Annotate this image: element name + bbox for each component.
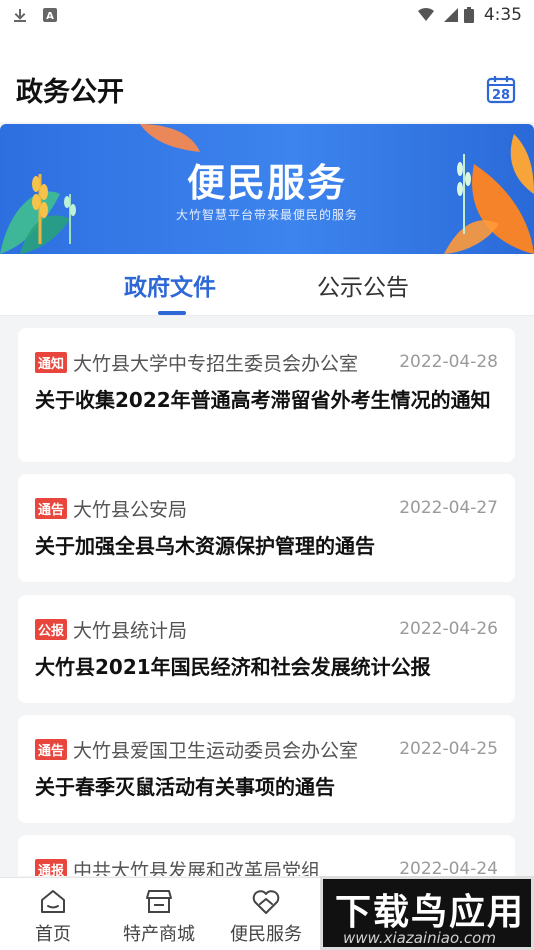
app-header: 政务公开 28	[0, 30, 534, 122]
nav-home-label: 首页	[35, 924, 71, 945]
service-banner[interactable]: 便民服务 大竹智慧平台带来最便民的服务	[0, 124, 534, 254]
article-meta: 公报 大竹县统计局 2022-04-26	[35, 616, 498, 642]
font-a-icon: A	[43, 8, 57, 22]
article-source: 中共大竹县发展和改革局党组	[73, 859, 321, 877]
nav-shop-label: 特产商城	[123, 924, 195, 945]
page-title: 政务公开	[16, 77, 124, 108]
clock: 4:35	[483, 5, 522, 25]
tab-government-files[interactable]: 政府文件	[124, 268, 216, 302]
list-item[interactable]: 通告 大竹县爱国卫生运动委员会办公室 2022-04-25 关于春季灭鼠活动有关…	[18, 715, 515, 823]
download-icon	[14, 9, 26, 22]
status-bar: A 4:35	[0, 0, 534, 30]
article-source: 大竹县公安局	[73, 498, 188, 521]
article-date: 2022-04-28	[399, 352, 498, 372]
home-icon	[41, 890, 65, 913]
article-source: 大竹县统计局	[73, 619, 188, 642]
article-title: 关于收集2022年普通高考滞留省外考生情况的通知	[35, 388, 491, 412]
category-tag: 通报	[35, 858, 68, 876]
article-meta: 通报 中共大竹县发展和改革局党组 2022-04-24	[35, 856, 498, 876]
list-item[interactable]: 公报 大竹县统计局 2022-04-26 大竹县2021年国民经济和社会发展统计…	[18, 595, 515, 703]
category-tag: 通告	[35, 497, 68, 519]
cellular-icon	[443, 8, 458, 22]
heart-hands-icon	[252, 890, 280, 914]
nav-services[interactable]: 便民服务	[221, 886, 311, 946]
article-meta: 通告 大竹县公安局 2022-04-27	[35, 495, 498, 521]
shop-icon	[146, 890, 172, 913]
category-tag: 通告	[35, 738, 68, 760]
list-item[interactable]: 通知 大竹县大学中专招生委员会办公室 2022-04-28 关于收集2022年普…	[18, 328, 515, 462]
list-item[interactable]: 通报 中共大竹县发展和改革局党组 2022-04-24	[18, 835, 515, 876]
watermark-url: www.xiazainiao.com	[343, 929, 496, 947]
article-title: 大竹县2021年国民经济和社会发展统计公报	[35, 655, 431, 679]
wifi-icon	[417, 7, 434, 22]
list-item[interactable]: 通告 大竹县公安局 2022-04-27 关于加强全县乌木资源保护管理的通告	[18, 474, 515, 582]
nav-services-label: 便民服务	[230, 924, 302, 945]
battery-icon	[463, 7, 474, 23]
calendar-day: 28	[492, 88, 510, 103]
article-date: 2022-04-24	[399, 859, 498, 876]
article-title: 关于春季灭鼠活动有关事项的通告	[35, 775, 335, 799]
banner-title: 便民服务	[186, 161, 347, 205]
svg-text:A: A	[46, 11, 54, 22]
article-title: 关于加强全县乌木资源保护管理的通告	[35, 534, 375, 558]
article-source: 大竹县爱国卫生运动委员会办公室	[73, 739, 359, 762]
article-date: 2022-04-26	[399, 619, 498, 639]
nav-home[interactable]: 首页	[8, 886, 98, 946]
tab-public-notices[interactable]: 公示公告	[317, 268, 409, 302]
article-meta: 通告 大竹县爱国卫生运动委员会办公室 2022-04-25	[35, 736, 498, 762]
calendar-icon[interactable]: 28	[486, 74, 516, 104]
watermark-main: 下载鸟应用	[335, 892, 526, 933]
watermark: 下载鸟应用 www.xiazainiao.com	[320, 876, 534, 950]
article-list[interactable]: 通知 大竹县大学中专招生委员会办公室 2022-04-28 关于收集2022年普…	[0, 316, 534, 876]
article-source: 大竹县大学中专招生委员会办公室	[73, 352, 359, 375]
active-tab-indicator	[158, 311, 186, 315]
category-tag: 通知	[35, 351, 68, 373]
leaf-top-icon	[140, 124, 200, 152]
nav-shop[interactable]: 特产商城	[114, 886, 204, 946]
article-date: 2022-04-25	[399, 739, 498, 759]
tab-bar: 政府文件 公示公告	[0, 254, 534, 316]
category-tag: 公报	[35, 618, 68, 640]
banner-subtitle: 大竹智慧平台带来最便民的服务	[175, 208, 358, 222]
article-date: 2022-04-27	[399, 498, 498, 518]
article-meta: 通知 大竹县大学中专招生委员会办公室 2022-04-28	[35, 349, 498, 375]
